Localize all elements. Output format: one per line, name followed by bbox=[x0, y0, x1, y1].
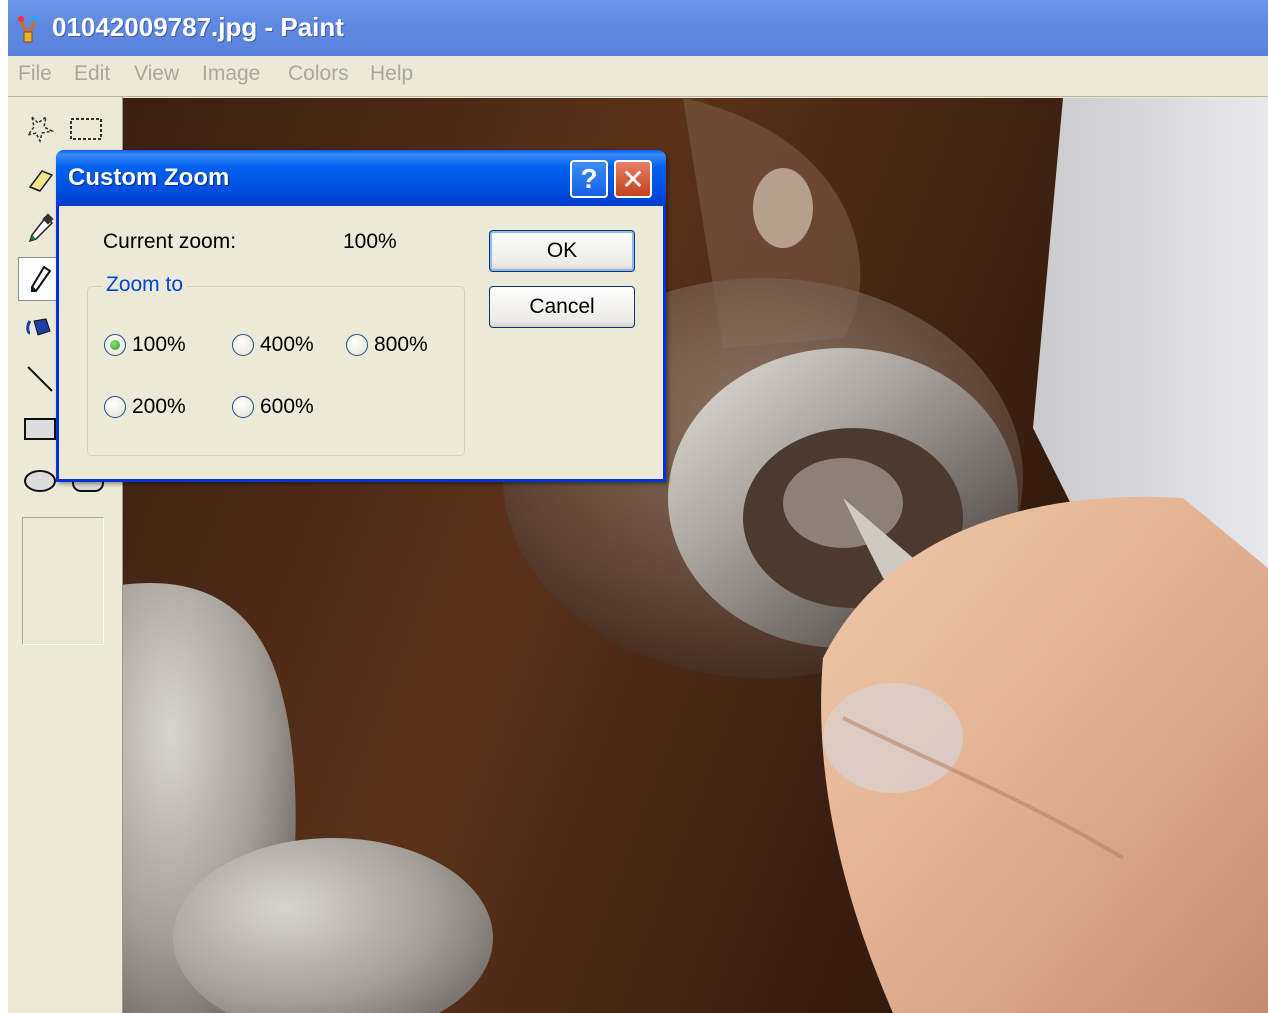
help-button[interactable]: ? bbox=[570, 160, 608, 198]
menu-edit[interactable]: Edit bbox=[74, 62, 110, 86]
zoom-600-radio[interactable]: 600% bbox=[232, 395, 314, 419]
menu-file[interactable]: File bbox=[18, 62, 52, 86]
window-title: 01042009787.jpg - Paint bbox=[52, 12, 344, 42]
radio-icon bbox=[232, 396, 254, 418]
radio-icon bbox=[232, 334, 254, 356]
zoom-to-group: Zoom to 100% 400% 800% 200% 600% bbox=[87, 273, 465, 456]
zoom-200-radio[interactable]: 200% bbox=[104, 395, 186, 419]
menu-help[interactable]: Help bbox=[370, 62, 413, 86]
dialog-title: Custom Zoom bbox=[68, 164, 230, 191]
menu-bar: File Edit View Image Colors Help bbox=[8, 56, 1268, 97]
radio-icon bbox=[104, 396, 126, 418]
help-icon: ? bbox=[580, 163, 598, 194]
zoom-400-radio[interactable]: 400% bbox=[232, 333, 314, 357]
zoom-600-label: 600% bbox=[260, 395, 314, 418]
eraser-icon bbox=[28, 170, 54, 192]
zoom-100-label: 100% bbox=[132, 333, 186, 356]
radio-selected-icon bbox=[104, 334, 126, 356]
rect-select-tool[interactable] bbox=[64, 107, 108, 151]
custom-zoom-dialog: Custom Zoom ? ✕ Current zoom: 100% Zoom … bbox=[56, 150, 666, 482]
zoom-800-radio[interactable]: 800% bbox=[346, 333, 428, 357]
zoom-100-radio[interactable]: 100% bbox=[104, 333, 186, 357]
tool-options-box[interactable] bbox=[22, 517, 104, 645]
menu-image[interactable]: Image bbox=[202, 62, 260, 86]
rectangle-icon bbox=[24, 418, 56, 440]
line-icon bbox=[27, 366, 53, 392]
paint-app-icon bbox=[18, 16, 38, 43]
menu-view[interactable]: View bbox=[134, 62, 179, 86]
fill-icon bbox=[26, 318, 51, 336]
current-zoom-value: 100% bbox=[343, 230, 397, 253]
free-form-select-icon bbox=[26, 114, 55, 144]
ok-button-label: OK bbox=[546, 239, 578, 262]
zoom-to-label: Zoom to bbox=[102, 273, 188, 297]
close-button[interactable]: ✕ bbox=[614, 160, 652, 198]
cancel-button-label: Cancel bbox=[529, 295, 595, 318]
zoom-200-label: 200% bbox=[132, 395, 186, 418]
ok-button[interactable]: OK bbox=[489, 230, 635, 272]
free-form-select-tool[interactable] bbox=[18, 107, 62, 151]
menu-colors[interactable]: Colors bbox=[288, 62, 349, 86]
pick-color-icon bbox=[28, 213, 54, 243]
radio-icon bbox=[346, 334, 368, 356]
title-bar[interactable]: 01042009787.jpg - Paint bbox=[8, 0, 1268, 56]
zoom-400-label: 400% bbox=[260, 333, 314, 356]
pencil-icon bbox=[31, 265, 52, 292]
close-icon: ✕ bbox=[621, 163, 645, 195]
ellipse-icon bbox=[24, 470, 56, 492]
current-zoom-label: Current zoom: bbox=[103, 230, 237, 253]
dialog-title-bar[interactable]: Custom Zoom ? ✕ bbox=[56, 150, 666, 206]
rect-select-icon bbox=[70, 118, 102, 140]
cancel-button[interactable]: Cancel bbox=[489, 286, 635, 328]
zoom-800-label: 800% bbox=[374, 333, 428, 356]
